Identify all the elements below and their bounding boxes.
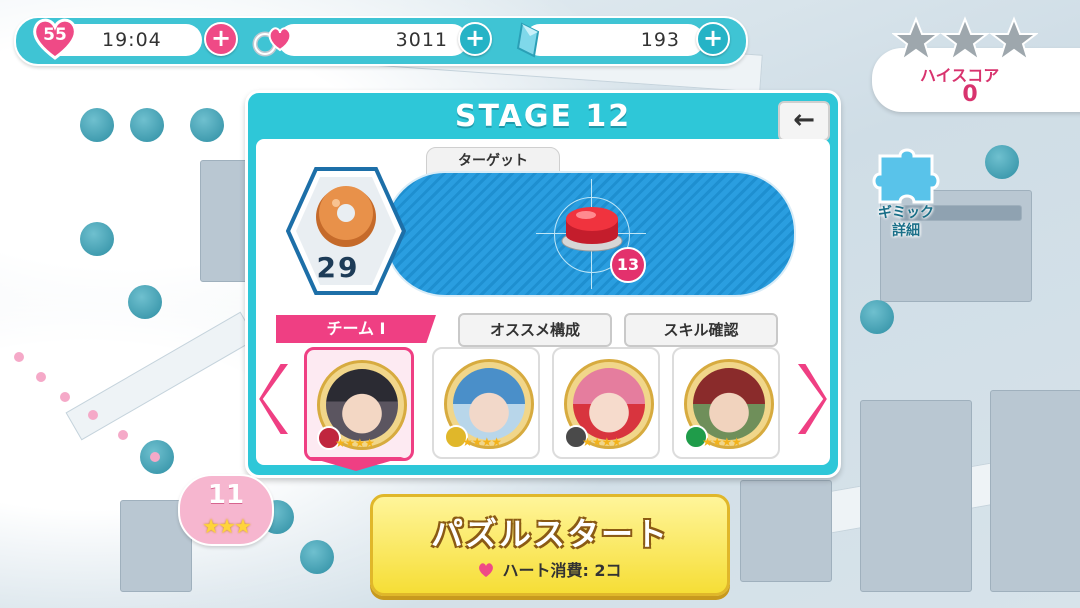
start-label: パズルスタート	[430, 515, 669, 553]
crystal-icon	[512, 20, 548, 60]
heart-cost: ハート消費: 2コ	[373, 557, 727, 581]
stage-title: STAGE 12	[454, 99, 632, 134]
team-member-card[interactable]: ★★★★	[304, 347, 414, 461]
add-crystals-button[interactable]: +	[696, 22, 730, 56]
puzzle-piece-icon	[872, 148, 940, 204]
star-icon	[940, 16, 990, 63]
team-member-card[interactable]: ★★★★	[432, 347, 540, 459]
rarity-stars: ★★★★	[462, 435, 502, 449]
selected-indicator	[308, 457, 404, 471]
moves-count: 29	[316, 251, 360, 284]
add-rings-button[interactable]: +	[458, 22, 492, 56]
red-button-icon	[560, 197, 624, 253]
star-icon	[891, 16, 941, 63]
rings-counter: 3011	[278, 24, 468, 56]
rings-value: 3011	[395, 29, 448, 51]
rarity-stars: ★★★★	[335, 436, 375, 450]
heart-cost-label: ハート消費: 2コ	[502, 561, 622, 580]
high-score-stars	[891, 16, 1039, 66]
team-member-card[interactable]: ★★★★	[552, 347, 660, 459]
stage-panel: STAGE 12 ← ターゲット 13 29 チーム I オススメ構成 スキル確…	[245, 90, 841, 478]
crystals-counter: 193	[524, 24, 704, 56]
resource-bar: 19:04 55 + 3011 + 193 +	[14, 16, 748, 66]
prev-team-arrow-icon[interactable]	[256, 359, 294, 439]
gimmick-details-button[interactable]: ギミック 詳細	[866, 146, 946, 246]
crystals-value: 193	[640, 29, 680, 51]
rarity-stars: ★★★★	[702, 435, 742, 449]
add-hearts-button[interactable]: +	[204, 22, 238, 56]
star-icon	[989, 16, 1039, 63]
high-score-value: 0	[962, 82, 978, 107]
heart-icon	[479, 563, 494, 577]
stage-number: 11	[207, 480, 245, 510]
skill-check-button[interactable]: スキル確認	[624, 313, 778, 347]
previous-stage-node[interactable]: 11 ★★★	[178, 474, 274, 546]
rarity-stars: ★★★★	[582, 435, 622, 449]
back-button[interactable]: ←	[778, 101, 830, 141]
rings-icon	[250, 22, 294, 60]
team-member-card[interactable]: ★★★★	[672, 347, 780, 459]
heart-count: 55	[43, 25, 67, 45]
next-team-arrow-icon[interactable]	[792, 359, 830, 439]
stage-panel-body: ターゲット 13 29 チーム I オススメ構成 スキル確認 ★★★★ ★★★★…	[256, 139, 830, 471]
recommended-team-button[interactable]: オススメ構成	[458, 313, 612, 347]
puzzle-start-button[interactable]: パズルスタート ハート消費: 2コ	[370, 494, 730, 596]
stage-stars: ★★★	[202, 514, 252, 538]
target-area: 13	[384, 171, 796, 297]
gimmick-label: ギミック 詳細	[878, 205, 934, 239]
heart-icon: 55	[30, 16, 80, 60]
target-count-badge: 13	[610, 247, 646, 283]
team-tab[interactable]: チーム I	[276, 315, 436, 343]
heart-timer: 19:04	[102, 29, 162, 51]
